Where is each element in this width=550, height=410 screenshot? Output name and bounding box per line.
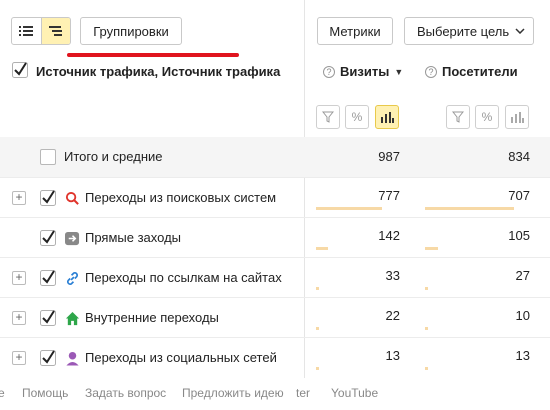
bar-chart-icon [511,112,524,123]
row-visits-value: 33 [385,268,400,283]
visitors-share-bar [425,207,514,210]
table-row[interactable]: + Переходы из социальных сетей 13 13 [0,337,550,377]
visitors-share-bar [425,367,428,370]
row-visits-value: 777 [378,188,400,203]
visitors-share-bar [425,287,428,290]
goal-select-label: Выберите цель [417,23,510,39]
footer-link-twitter[interactable]: ter [296,386,310,400]
search-magnifier-icon [64,190,80,206]
percent-icon: % [481,110,493,124]
row-visits-value: 22 [385,308,400,323]
visits-share-bar [316,207,382,210]
chevron-down-icon [515,28,525,34]
visits-share-bar [316,367,319,370]
tree-list-icon [48,26,62,36]
checkbox-checked-icon [40,310,56,329]
sort-desc-icon: ▼ [394,66,404,77]
help-icon[interactable]: ? [425,65,437,78]
row-visits-value: 13 [385,348,400,363]
visitors-column-header[interactable]: ? Посетители [425,64,518,79]
footer-link-suggest-idea[interactable]: Предложить идею [182,386,284,400]
table-row[interactable]: + Переходы по ссылкам на сайтах 33 27 [0,257,550,297]
expand-row-button[interactable]: + [12,191,26,205]
row-label: Прямые заходы [85,230,182,245]
expand-row-button[interactable]: + [12,311,26,325]
expand-row-button[interactable]: + [12,351,26,365]
visits-column-title: Визиты [340,64,390,79]
visitors-bars-button[interactable] [505,105,529,129]
filter-icon [452,111,464,123]
footer-link-youtube[interactable]: YouTube [331,386,378,400]
visitors-column-title: Посетители [442,64,518,79]
checkbox-checked-icon [12,62,28,78]
row-label: Переходы по ссылкам на сайтах [85,270,282,285]
total-label: Итого и средние [64,149,163,164]
visitors-share-bar [425,327,428,330]
row-visitors-value: 105 [508,228,530,243]
dimension-header[interactable]: Источник трафика, Источник трафика [36,64,280,79]
checkbox-checked-icon [40,350,56,369]
visitors-filter-button[interactable] [446,105,470,129]
table-row[interactable]: Прямые заходы 142 105 [0,217,550,257]
percent-icon: % [351,110,363,124]
row-visitors-value: 707 [508,188,530,203]
row-visitors-value: 27 [515,268,530,283]
checkbox-checked-icon [40,230,56,249]
total-visits: 987 [378,149,400,164]
link-icon [64,270,80,286]
user-icon [64,350,80,366]
row-checkbox[interactable] [40,190,56,206]
expand-row-button[interactable]: + [12,271,26,285]
row-label: Переходы из социальных сетей [85,350,277,365]
row-label: Переходы из поисковых систем [85,190,277,205]
visits-filter-button[interactable] [316,105,340,129]
visits-share-bar [316,287,319,290]
row-checkbox[interactable] [40,310,56,326]
row-visitors-value: 10 [515,308,530,323]
visitors-share-bar [425,247,438,250]
visits-percent-button[interactable]: % [345,105,369,129]
visits-share-bar [316,247,328,250]
list-view-button[interactable] [12,18,41,44]
row-checkbox[interactable] [40,350,56,366]
footer-link[interactable]: e [0,386,5,400]
goal-select[interactable]: Выберите цель [404,17,534,45]
row-visits-value: 142 [378,228,400,243]
row-checkbox[interactable] [40,230,56,246]
total-checkbox[interactable] [40,149,56,165]
table-row[interactable]: + Внутренние переходы 22 10 [0,297,550,337]
footer-link-help[interactable]: Помощь [22,386,68,400]
red-underline-annotation [67,53,239,57]
row-label: Внутренние переходы [85,310,219,325]
table-row[interactable]: + Переходы из поисковых систем 777 707 [0,177,550,217]
home-icon [64,310,80,326]
checkbox-checked-icon [40,190,56,209]
visits-bars-button[interactable] [375,105,399,129]
bar-chart-icon [381,112,394,123]
total-row: Итого и средние 987 834 [0,137,550,177]
list-icon [19,26,34,36]
help-icon[interactable]: ? [323,65,335,78]
visitors-percent-button[interactable]: % [475,105,499,129]
metrics-button[interactable]: Метрики [317,17,393,45]
view-mode-switch [11,17,71,45]
header-checkbox[interactable] [12,62,28,78]
total-visitors: 834 [508,149,530,164]
visits-column-header[interactable]: ? Визиты ▼ [323,64,403,79]
row-checkbox[interactable] [40,270,56,286]
tree-view-button[interactable] [40,18,70,44]
groupings-button[interactable]: Группировки [80,17,182,45]
filter-icon [322,111,334,123]
footer-link-ask-question[interactable]: Задать вопрос [85,386,166,400]
checkbox-checked-icon [40,270,56,289]
visits-share-bar [316,327,319,330]
arrow-right-icon [64,230,80,246]
row-visitors-value: 13 [515,348,530,363]
